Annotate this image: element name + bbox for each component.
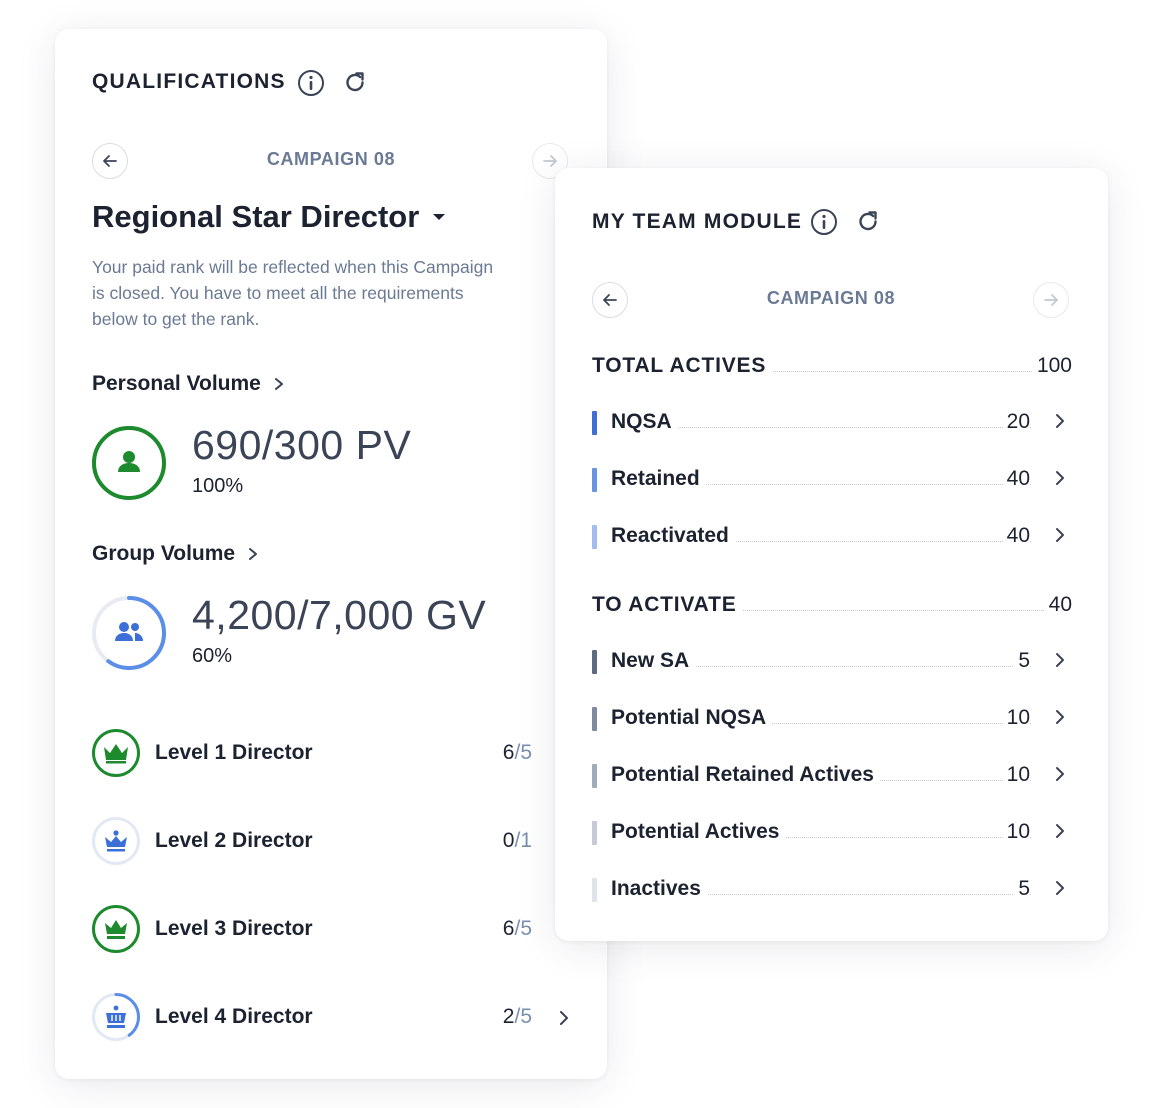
arrow-left-icon	[103, 155, 117, 167]
total-actives-label: TOTAL ACTIVES	[592, 354, 773, 378]
row-label: Inactives	[611, 877, 707, 901]
team-row[interactable]: Retained 40	[592, 465, 1072, 495]
chevron-right-icon[interactable]	[1054, 823, 1066, 839]
crown-icon	[92, 729, 140, 777]
level-name: Level 1 Director	[155, 741, 313, 764]
row-color-bar	[592, 525, 597, 549]
team-module-title: MY TEAM MODULE	[592, 210, 803, 233]
team-row[interactable]: New SA 5	[592, 647, 1072, 677]
chevron-right-icon	[249, 548, 258, 560]
to-activate-value: 40	[1044, 593, 1072, 617]
chevron-right-icon[interactable]	[1054, 527, 1066, 543]
row-color-bar	[592, 411, 597, 435]
chevron-right-icon[interactable]	[1054, 880, 1066, 896]
refresh-icon[interactable]	[341, 69, 369, 97]
team-row[interactable]: Reactivated 40	[592, 522, 1072, 552]
info-icon[interactable]	[297, 69, 325, 97]
arrow-left-icon	[603, 294, 617, 306]
chevron-right-icon[interactable]	[1054, 652, 1066, 668]
row-value: 10	[1002, 820, 1030, 844]
row-color-bar	[592, 821, 597, 845]
row-value: 40	[1002, 467, 1030, 491]
arrow-right-icon	[543, 155, 557, 167]
row-color-bar	[592, 650, 597, 674]
rank-title: Regional Star Director	[92, 199, 420, 234]
total-actives-value: 100	[1032, 354, 1072, 378]
level-row: Level 2 Director 0/1	[92, 817, 572, 867]
level-row[interactable]: Level 4 Director 2/5	[92, 993, 572, 1043]
group-volume-link[interactable]: Group Volume	[92, 542, 259, 566]
users-icon	[115, 622, 143, 641]
next-campaign-button[interactable]	[1033, 282, 1069, 318]
team-row[interactable]: Potential NQSA 10	[592, 704, 1072, 734]
row-label: Potential Retained Actives	[611, 763, 880, 787]
group-volume-label: Group Volume	[92, 542, 236, 565]
team-module-card: MY TEAM MODULE CAMPAIGN 08 TOTAL ACTIVES…	[555, 168, 1108, 941]
personal-volume-value: 690/300 PV	[192, 422, 412, 468]
level-name: Level 4 Director	[155, 1005, 313, 1028]
crown-icon	[92, 817, 140, 865]
team-row[interactable]: Potential Retained Actives 10	[592, 761, 1072, 791]
team-row[interactable]: Potential Actives 10	[592, 818, 1072, 848]
row-color-bar	[592, 878, 597, 902]
row-value: 5	[1014, 649, 1030, 673]
group-volume-percent: 60%	[192, 645, 233, 667]
row-label: Potential NQSA	[611, 706, 773, 730]
info-icon[interactable]	[810, 208, 838, 236]
level-count: 0/1	[502, 829, 532, 852]
chevron-right-icon[interactable]	[1054, 709, 1066, 725]
refresh-icon[interactable]	[854, 208, 882, 236]
campaign-label: CAMPAIGN 08	[766, 288, 896, 308]
level-count: 6/5	[502, 917, 532, 940]
level-row: Level 3 Director 6/5	[92, 905, 572, 955]
row-value: 40	[1002, 524, 1030, 548]
row-label: Retained	[611, 467, 706, 491]
total-actives-row: TOTAL ACTIVES 100	[592, 352, 1072, 382]
row-label: Potential Actives	[611, 820, 786, 844]
personal-volume-label: Personal Volume	[92, 372, 261, 395]
caret-down-icon	[433, 214, 446, 220]
row-label: New SA	[611, 649, 696, 673]
personal-volume-ring	[91, 425, 167, 501]
team-row[interactable]: NQSA 20	[592, 408, 1072, 438]
row-value: 5	[1014, 877, 1030, 901]
crown-icon	[92, 993, 140, 1041]
prev-campaign-button[interactable]	[592, 282, 628, 318]
crown-icon	[92, 905, 140, 953]
to-activate-row: TO ACTIVATE 40	[592, 591, 1072, 621]
chevron-right-icon[interactable]	[1054, 470, 1066, 486]
to-activate-label: TO ACTIVATE	[592, 593, 743, 617]
row-label: NQSA	[611, 410, 678, 434]
row-value: 10	[1002, 706, 1030, 730]
campaign-label: CAMPAIGN 08	[266, 149, 396, 169]
personal-volume-link[interactable]: Personal Volume	[92, 372, 285, 396]
team-row[interactable]: Inactives 5	[592, 875, 1072, 905]
qualifications-card: QUALIFICATIONS CAMPAIGN 08 Regional Star…	[55, 29, 607, 1079]
row-label: Reactivated	[611, 524, 735, 548]
chevron-right-icon[interactable]	[1054, 766, 1066, 782]
level-count: 6/5	[502, 741, 532, 764]
level-row: Level 1 Director 6/5	[92, 729, 572, 779]
chevron-right-icon	[274, 378, 283, 390]
qualifications-title: QUALIFICATIONS	[92, 70, 286, 93]
level-name: Level 3 Director	[155, 917, 313, 940]
group-volume-ring	[91, 595, 167, 671]
row-value: 10	[1002, 763, 1030, 787]
user-icon	[118, 451, 140, 472]
row-value: 20	[1002, 410, 1030, 434]
rank-description: Your paid rank will be reflected when th…	[92, 257, 494, 329]
row-color-bar	[592, 468, 597, 492]
chevron-right-icon[interactable]	[558, 1010, 570, 1026]
level-count: 2/5	[502, 1005, 532, 1028]
group-volume-value: 4,200/7,000 GV	[192, 592, 487, 638]
arrow-right-icon	[1044, 294, 1058, 306]
personal-volume-percent: 100%	[192, 475, 244, 497]
row-color-bar	[592, 764, 597, 788]
level-name: Level 2 Director	[155, 829, 313, 852]
chevron-right-icon[interactable]	[1054, 413, 1066, 429]
rank-selector[interactable]: Regional Star Director	[92, 199, 447, 235]
prev-campaign-button[interactable]	[92, 143, 128, 179]
row-color-bar	[592, 707, 597, 731]
